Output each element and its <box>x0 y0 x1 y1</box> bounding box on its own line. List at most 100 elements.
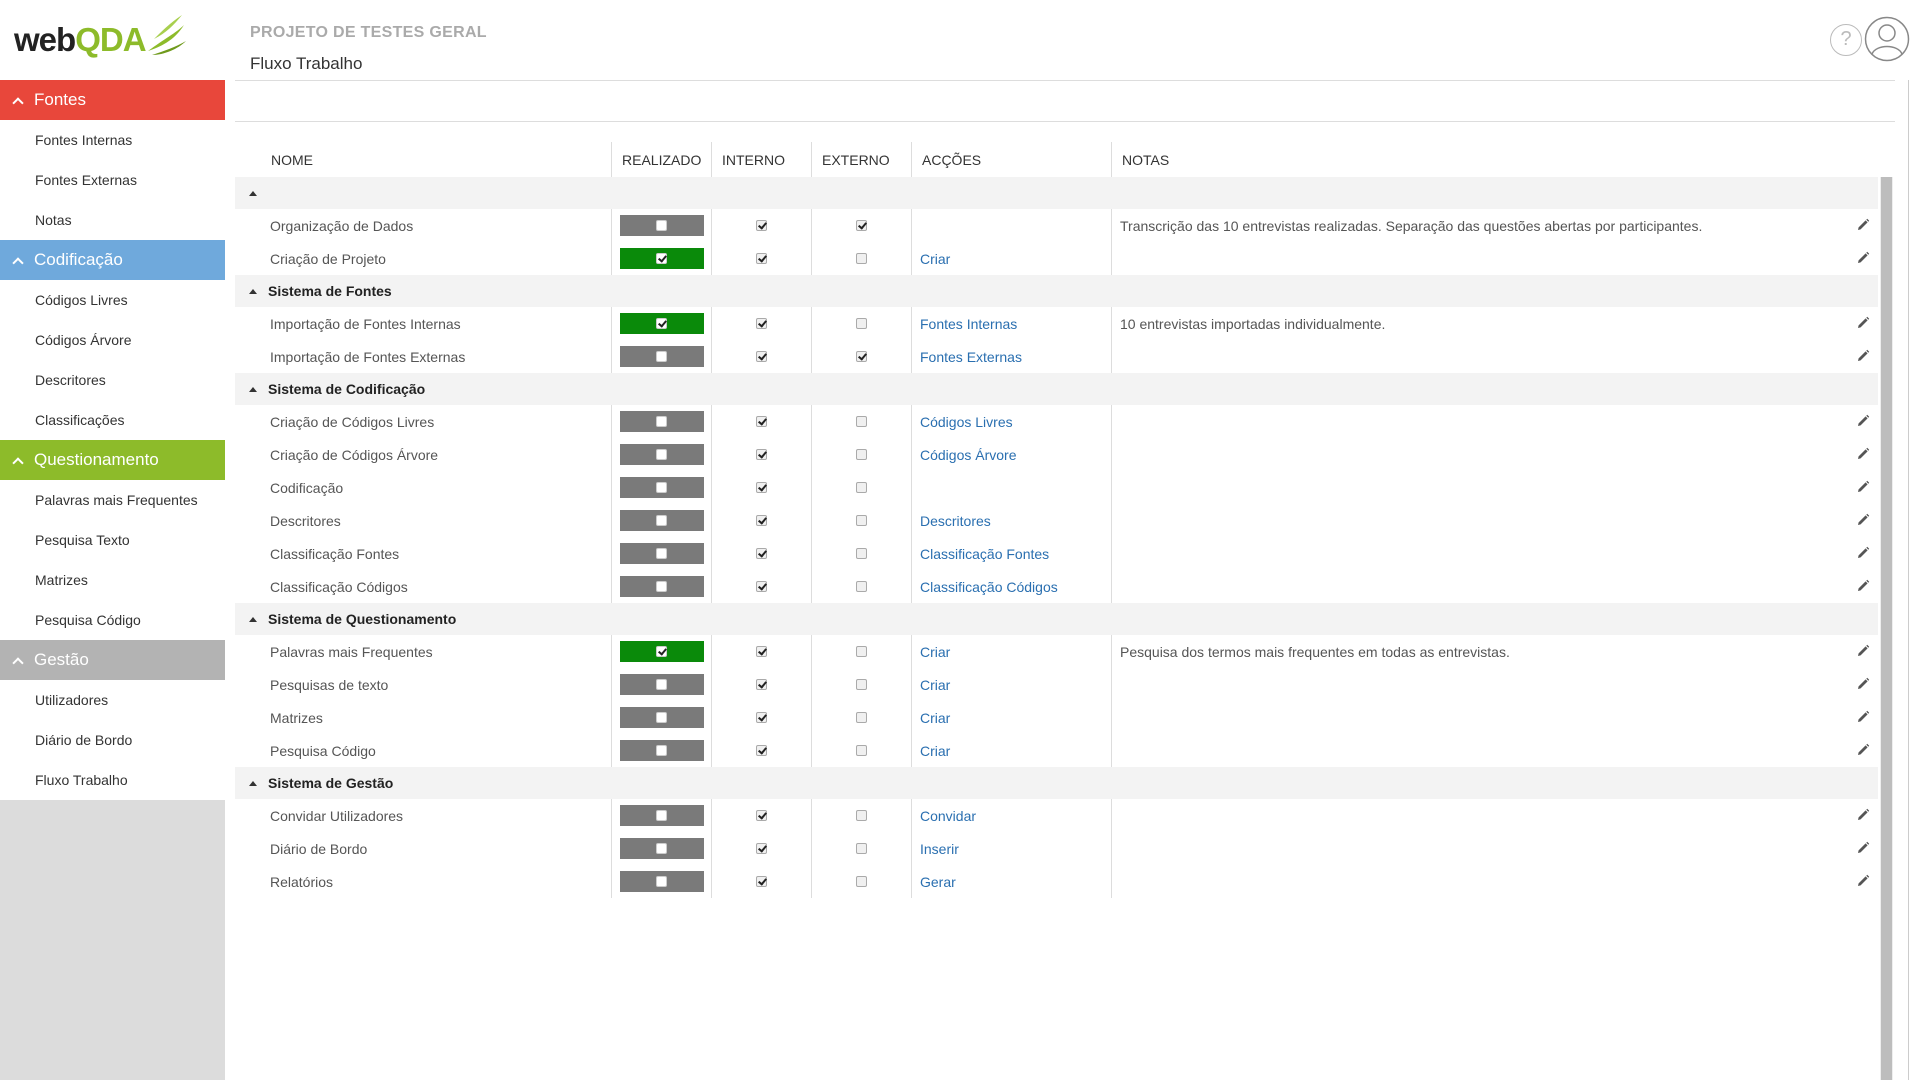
edit-pencil-icon[interactable] <box>1856 414 1870 428</box>
sidebar-item[interactable]: Fontes Internas <box>0 120 225 160</box>
internal-checkbox[interactable] <box>756 712 767 723</box>
group-row[interactable]: Sistema de Questionamento <box>235 603 1878 635</box>
sidebar-item[interactable]: Notas <box>0 200 225 240</box>
sidebar-item[interactable]: Códigos Árvore <box>0 320 225 360</box>
user-avatar-icon[interactable] <box>1864 16 1910 62</box>
external-checkbox[interactable] <box>856 416 867 427</box>
edit-pencil-icon[interactable] <box>1856 218 1870 232</box>
done-checkbox[interactable] <box>656 843 667 854</box>
internal-checkbox[interactable] <box>756 253 767 264</box>
action-link[interactable]: Fontes Externas <box>920 349 1022 365</box>
internal-checkbox[interactable] <box>756 548 767 559</box>
action-link[interactable]: Convidar <box>920 808 976 824</box>
done-checkbox[interactable] <box>656 220 667 231</box>
internal-checkbox[interactable] <box>756 515 767 526</box>
group-row[interactable]: Sistema de Fontes <box>235 275 1878 307</box>
done-toggle[interactable] <box>619 805 704 826</box>
external-checkbox[interactable] <box>856 220 867 231</box>
external-checkbox[interactable] <box>856 548 867 559</box>
external-checkbox[interactable] <box>856 810 867 821</box>
internal-checkbox[interactable] <box>756 646 767 657</box>
edit-pencil-icon[interactable] <box>1856 546 1870 560</box>
done-toggle[interactable] <box>619 411 704 432</box>
column-header-actions[interactable]: ACÇÕES <box>912 142 1112 177</box>
done-checkbox[interactable] <box>656 318 667 329</box>
action-link[interactable]: Códigos Livres <box>920 414 1013 430</box>
done-toggle[interactable] <box>619 707 704 728</box>
column-header-notes[interactable]: NOTAS <box>1112 142 1878 177</box>
edit-pencil-icon[interactable] <box>1856 447 1870 461</box>
sidebar-item[interactable]: Códigos Livres <box>0 280 225 320</box>
external-checkbox[interactable] <box>856 876 867 887</box>
done-toggle[interactable] <box>619 543 704 564</box>
external-checkbox[interactable] <box>856 745 867 756</box>
done-checkbox[interactable] <box>656 253 667 264</box>
done-toggle[interactable] <box>619 444 704 465</box>
group-row[interactable]: Sistema de Gestão <box>235 767 1878 799</box>
external-checkbox[interactable] <box>856 646 867 657</box>
sidebar-section-header[interactable]: Codificação <box>0 240 225 280</box>
sidebar-item[interactable]: Descritores <box>0 360 225 400</box>
sidebar-section-header[interactable]: Questionamento <box>0 440 225 480</box>
external-checkbox[interactable] <box>856 581 867 592</box>
done-toggle[interactable] <box>619 838 704 859</box>
external-checkbox[interactable] <box>856 712 867 723</box>
internal-checkbox[interactable] <box>756 843 767 854</box>
done-toggle[interactable] <box>619 215 704 236</box>
external-checkbox[interactable] <box>856 482 867 493</box>
sidebar-item[interactable]: Matrizes <box>0 560 225 600</box>
collapse-triangle-icon[interactable] <box>249 190 257 196</box>
action-link[interactable]: Criar <box>920 251 950 267</box>
edit-pencil-icon[interactable] <box>1856 874 1870 888</box>
sidebar-item[interactable]: Pesquisa Texto <box>0 520 225 560</box>
external-checkbox[interactable] <box>856 351 867 362</box>
internal-checkbox[interactable] <box>756 318 767 329</box>
action-link[interactable]: Inserir <box>920 841 959 857</box>
done-toggle[interactable] <box>619 248 704 269</box>
internal-checkbox[interactable] <box>756 351 767 362</box>
done-toggle[interactable] <box>619 740 704 761</box>
external-checkbox[interactable] <box>856 449 867 460</box>
done-checkbox[interactable] <box>656 876 667 887</box>
done-toggle[interactable] <box>619 674 704 695</box>
action-link[interactable]: Criar <box>920 743 950 759</box>
column-header-external[interactable]: EXTERNO <box>812 142 912 177</box>
done-toggle[interactable] <box>619 576 704 597</box>
action-link[interactable]: Códigos Árvore <box>920 447 1017 463</box>
edit-pencil-icon[interactable] <box>1856 710 1870 724</box>
external-checkbox[interactable] <box>856 843 867 854</box>
edit-pencil-icon[interactable] <box>1856 743 1870 757</box>
sidebar-item[interactable]: Fontes Externas <box>0 160 225 200</box>
done-checkbox[interactable] <box>656 515 667 526</box>
done-checkbox[interactable] <box>656 810 667 821</box>
internal-checkbox[interactable] <box>756 679 767 690</box>
sidebar-item[interactable]: Classificações <box>0 400 225 440</box>
edit-pencil-icon[interactable] <box>1856 316 1870 330</box>
external-checkbox[interactable] <box>856 679 867 690</box>
sidebar-section-header[interactable]: Gestão <box>0 640 225 680</box>
done-checkbox[interactable] <box>656 351 667 362</box>
edit-pencil-icon[interactable] <box>1856 677 1870 691</box>
done-checkbox[interactable] <box>656 548 667 559</box>
done-checkbox[interactable] <box>656 449 667 460</box>
edit-pencil-icon[interactable] <box>1856 349 1870 363</box>
done-checkbox[interactable] <box>656 416 667 427</box>
sidebar-item[interactable]: Utilizadores <box>0 680 225 720</box>
done-checkbox[interactable] <box>656 581 667 592</box>
sidebar-item[interactable]: Palavras mais Frequentes <box>0 480 225 520</box>
collapse-triangle-icon[interactable] <box>249 780 257 786</box>
done-checkbox[interactable] <box>656 745 667 756</box>
edit-pencil-icon[interactable] <box>1856 841 1870 855</box>
internal-checkbox[interactable] <box>756 745 767 756</box>
scrollbar-thumb[interactable] <box>1881 177 1892 1080</box>
external-checkbox[interactable] <box>856 515 867 526</box>
done-toggle[interactable] <box>619 641 704 662</box>
done-checkbox[interactable] <box>656 679 667 690</box>
external-checkbox[interactable] <box>856 318 867 329</box>
internal-checkbox[interactable] <box>756 581 767 592</box>
internal-checkbox[interactable] <box>756 876 767 887</box>
internal-checkbox[interactable] <box>756 449 767 460</box>
done-checkbox[interactable] <box>656 646 667 657</box>
edit-pencil-icon[interactable] <box>1856 579 1870 593</box>
done-toggle[interactable] <box>619 346 704 367</box>
